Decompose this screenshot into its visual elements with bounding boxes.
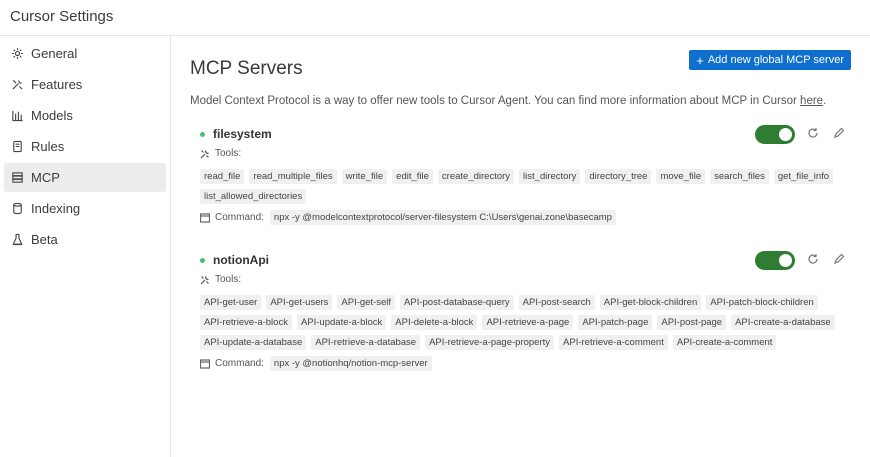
server-name: notionApi <box>213 253 269 267</box>
sidebar-item-indexing[interactable]: Indexing <box>4 194 166 223</box>
tools-icon <box>10 78 24 92</box>
tool-chip: read_file <box>200 169 245 184</box>
sidebar-item-label: Rules <box>31 139 65 154</box>
status-indicator <box>200 131 205 137</box>
tool-chip: search_files <box>710 169 769 184</box>
tools-label: Tools: <box>215 274 242 285</box>
toggle-knob <box>779 253 792 267</box>
tool-chip: move_file <box>656 169 706 184</box>
document-icon <box>10 140 24 154</box>
tool-chip: API-get-self <box>337 295 396 310</box>
tool-chip: write_file <box>341 169 388 184</box>
tool-chip: API-create-a-database <box>731 315 835 330</box>
tool-chip: API-retrieve-a-page-property <box>425 335 555 350</box>
server-enabled-toggle[interactable] <box>755 124 795 144</box>
sidebar: General Features Models Rules MCP Indexi… <box>0 36 171 457</box>
sidebar-item-models[interactable]: Models <box>4 101 166 130</box>
sidebar-item-general[interactable]: General <box>4 39 166 68</box>
tool-chip: API-update-a-block <box>296 315 387 330</box>
models-icon <box>10 109 24 123</box>
tool-chip: API-retrieve-a-database <box>311 335 421 350</box>
sidebar-item-mcp[interactable]: MCP <box>4 163 166 192</box>
tool-chip: API-delete-a-block <box>391 315 478 330</box>
toggle-knob <box>779 127 792 141</box>
tool-chip: API-retrieve-a-block <box>200 315 292 330</box>
sidebar-item-rules[interactable]: Rules <box>4 132 166 161</box>
command-value: npx -y @modelcontextprotocol/server-file… <box>269 210 616 225</box>
terminal-icon <box>200 212 210 223</box>
tool-chip: API-patch-page <box>578 315 653 330</box>
status-indicator <box>200 257 205 263</box>
flask-icon <box>10 233 24 247</box>
command-label: Command: <box>215 212 264 223</box>
tool-chip: directory_tree <box>585 169 652 184</box>
tool-chip: API-get-users <box>266 295 333 310</box>
sidebar-item-label: General <box>31 46 78 61</box>
tool-chip: edit_file <box>392 169 433 184</box>
tool-chip: API-update-a-database <box>200 335 307 350</box>
command-label: Command: <box>215 358 264 369</box>
sidebar-item-label: Beta <box>31 232 58 247</box>
more-info-link[interactable]: here <box>800 95 823 107</box>
tool-chip: get_file_info <box>773 169 834 184</box>
command-value: npx -y @notionhq/notion-mcp-server <box>269 356 432 371</box>
sidebar-item-label: Models <box>31 108 73 123</box>
tools-list: read_file read_multiple_files write_file ed… <box>200 169 840 209</box>
sidebar-item-label: Indexing <box>31 201 81 216</box>
server-enabled-toggle[interactable] <box>755 250 795 270</box>
edit-icon[interactable] <box>833 127 847 141</box>
tool-chip: create_directory <box>437 169 515 184</box>
refresh-icon[interactable] <box>807 253 821 267</box>
tool-chip: API-post-search <box>518 295 595 310</box>
settings-window: Cursor Settings General Features Models <box>0 0 870 457</box>
edit-icon[interactable] <box>833 253 847 267</box>
tools-icon <box>200 275 210 285</box>
tools-list: API-get-user API-get-users API-get-self API… <box>200 295 840 355</box>
description: Model Context Protocol is a way to offer… <box>190 95 827 107</box>
tool-chip: list_allowed_directories <box>200 189 307 204</box>
main-panel: MCP Servers + Add new global MCP server … <box>171 36 870 457</box>
terminal-icon <box>200 358 210 369</box>
add-mcp-server-label: Add new global MCP server <box>707 54 844 66</box>
tools-icon <box>200 149 210 159</box>
tools-label: Tools: <box>215 148 242 159</box>
sidebar-item-features[interactable]: Features <box>4 70 166 99</box>
page-title: MCP Servers <box>190 58 303 79</box>
tool-chip: API-post-page <box>657 315 727 330</box>
tool-chip: API-patch-block-children <box>706 295 818 310</box>
tool-chip: list_directory <box>519 169 581 184</box>
sidebar-item-label: Features <box>31 77 83 92</box>
database-icon <box>10 202 24 216</box>
server-icon <box>10 171 24 185</box>
description-text: Model Context Protocol is a way to offer… <box>190 95 797 107</box>
server-name: filesystem <box>213 127 272 141</box>
refresh-icon[interactable] <box>807 127 821 141</box>
tool-chip: API-get-block-children <box>599 295 702 310</box>
tool-chip: API-post-database-query <box>400 295 514 310</box>
mcp-server-card: notionApi Tools: API-get-user API-get-us… <box>190 249 851 371</box>
tool-chip: API-retrieve-a-page <box>482 315 574 330</box>
tool-chip: API-get-user <box>200 295 262 310</box>
sidebar-item-label: MCP <box>31 170 60 185</box>
add-mcp-server-button[interactable]: + Add new global MCP server <box>689 50 851 70</box>
tool-chip: read_multiple_files <box>249 169 337 184</box>
window-title: Cursor Settings <box>0 0 870 36</box>
tool-chip: API-create-a-comment <box>672 335 777 350</box>
plus-icon: + <box>696 52 704 68</box>
mcp-server-card: filesystem Tools: read_file read_multipl… <box>190 123 851 225</box>
tool-chip: API-retrieve-a-comment <box>559 335 668 350</box>
gear-icon <box>10 47 24 61</box>
sidebar-item-beta[interactable]: Beta <box>4 225 166 254</box>
